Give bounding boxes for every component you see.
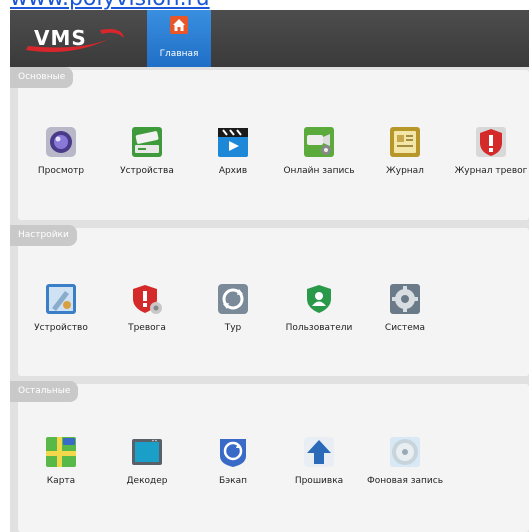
dvr-device-icon <box>131 126 163 158</box>
item-label: Система <box>384 323 426 333</box>
camera-lens-icon <box>45 126 77 158</box>
item-label: Устройства <box>120 166 174 176</box>
tour-cycle-icon <box>217 283 249 315</box>
section-other: Остальные Карта Декодер Бэкап Прошивка Ф… <box>10 381 529 532</box>
item-label: Онлайн запись <box>283 166 355 176</box>
playback-clapper-icon <box>217 126 249 158</box>
disc-record-icon <box>389 436 421 468</box>
log-book-icon <box>389 126 421 158</box>
device-config-icon <box>45 283 77 315</box>
item-label: Прошивка <box>294 476 344 486</box>
item-label: Архив <box>218 166 248 176</box>
watermark-url: www.polyvision.ru <box>0 0 529 10</box>
item-label: Фоновая запись <box>366 476 444 486</box>
home-icon <box>170 16 188 34</box>
main-content: Основные Просмотр Устройства Архив Онлай… <box>10 67 529 532</box>
item-label: Декодер <box>126 476 168 486</box>
map-icon <box>45 436 77 468</box>
vms-logo: VMS <box>20 24 130 54</box>
item-label: Пользователи <box>285 323 353 333</box>
item-label: Просмотр <box>37 166 85 176</box>
section-title: Настройки <box>10 225 77 246</box>
tab-home-label: Главная <box>159 49 199 59</box>
item-label: Журнал тревог <box>454 166 528 176</box>
item-label: Тур <box>224 323 242 333</box>
system-gear-icon <box>389 283 421 315</box>
section-main: Основные Просмотр Устройства Архив Онлай… <box>10 67 529 220</box>
record-camera-icon <box>303 126 335 158</box>
item-label: Устройство <box>34 323 88 333</box>
item-label: Тревога <box>128 323 166 333</box>
watermark-text: www.polyvision.ru <box>10 0 210 10</box>
item-label: Бэкап <box>219 476 247 486</box>
tab-home[interactable]: Главная <box>147 10 211 67</box>
alarm-log-icon <box>475 126 507 158</box>
item-label: Журнал <box>386 166 424 176</box>
users-icon <box>303 283 335 315</box>
decoder-monitor-icon <box>131 436 163 468</box>
alarm-settings-icon <box>131 283 163 315</box>
top-bar: VMS Главная <box>10 10 529 67</box>
item-label: Карта <box>46 476 76 486</box>
section-title: Остальные <box>10 381 79 402</box>
backup-icon <box>217 436 249 468</box>
section-settings: Настройки Устройство Тревога Тур Пользов… <box>10 225 529 376</box>
upgrade-arrow-icon <box>303 436 335 468</box>
logo-text: VMS <box>34 26 87 50</box>
section-title: Основные <box>10 67 74 88</box>
